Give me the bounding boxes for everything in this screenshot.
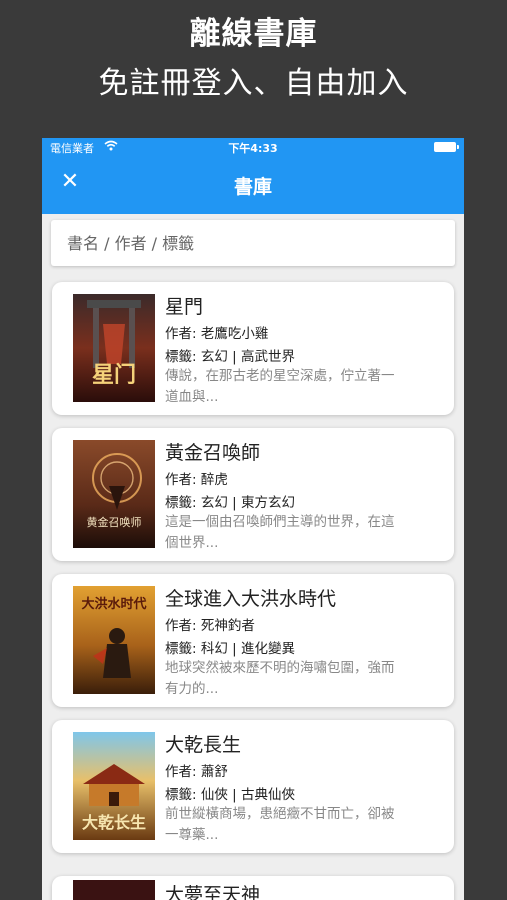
phone-screen: 電信業者 下午4:33 ✕ 書庫 書名 / 作者 / 標籤 星门 星門 作者: … [42, 138, 464, 900]
book-title: 黃金召喚師 [165, 442, 261, 464]
book-card[interactable]: 黄金召唤师 黃金召喚師 作者: 醉虎 標籤: 玄幻 | 東方玄幻 這是一個由召喚… [52, 428, 454, 561]
book-author: 作者: 老鷹吃小雞 [165, 326, 269, 342]
battery-icon [434, 142, 459, 152]
search-box [51, 220, 455, 266]
book-card[interactable]: 星门 星門 作者: 老鷹吃小雞 標籤: 玄幻 | 高武世界 傳說，在那古老的星空… [52, 282, 454, 415]
status-time: 下午4:33 [228, 142, 278, 155]
book-cover-image [73, 880, 155, 900]
svg-text:黄金召唤师: 黄金召唤师 [87, 515, 142, 529]
book-author: 作者: 醉虎 [165, 472, 228, 488]
book-description: 這是一個由召喚師們主導的世界，在這個世界... [165, 514, 395, 551]
book-cover-image: 大乾长生 [73, 732, 155, 840]
book-description: 傳說，在那古老的星空深處，佇立著一道血與... [165, 368, 395, 405]
book-description: 地球突然被來歷不明的海嘯包圍，強而有力的... [165, 660, 395, 697]
book-description: 前世縱橫商場，患絕癥不甘而亡，卻被一尊藥... [165, 806, 395, 843]
book-author: 作者: 蕭舒 [165, 764, 228, 780]
book-title: 全球進入大洪水時代 [165, 588, 337, 610]
svg-text:大洪水时代: 大洪水时代 [81, 596, 146, 612]
book-author: 作者: 死神釣者 [165, 618, 255, 634]
book-cover-image: 大洪水时代 [73, 586, 155, 694]
book-tags: 標籤: 玄幻 | 東方玄幻 [165, 495, 295, 511]
app-bar: 電信業者 下午4:33 ✕ 書庫 [42, 138, 464, 214]
svg-text:大乾长生: 大乾长生 [82, 813, 146, 832]
book-title: 大乾長生 [165, 734, 242, 756]
status-bar: 電信業者 下午4:33 [42, 138, 464, 156]
book-tags: 標籤: 科幻 | 進化變異 [165, 641, 295, 657]
book-tags: 標籤: 仙俠 | 古典仙俠 [165, 787, 295, 803]
promo-title: 離線書庫 [189, 16, 318, 52]
promo-subtitle: 免註冊登入、自由加入 [98, 66, 409, 101]
search-input[interactable] [51, 220, 455, 266]
book-tags: 標籤: 玄幻 | 高武世界 [165, 349, 295, 365]
book-card[interactable]: 大洪水时代 全球進入大洪水時代 作者: 死神釣者 標籤: 科幻 | 進化變異 地… [52, 574, 454, 707]
book-cover-image: 星门 [73, 294, 155, 402]
book-title: 星門 [165, 296, 204, 318]
svg-text:星门: 星门 [92, 362, 136, 388]
book-card[interactable]: 大乾长生 大乾長生 作者: 蕭舒 標籤: 仙俠 | 古典仙俠 前世縱橫商場，患絕… [52, 720, 454, 853]
page-title: 書庫 [233, 176, 272, 198]
book-cover-image: 黄金召唤师 [73, 440, 155, 548]
book-card[interactable]: 大夢至天神 [52, 876, 454, 900]
book-title: 大夢至天神 [165, 884, 261, 900]
